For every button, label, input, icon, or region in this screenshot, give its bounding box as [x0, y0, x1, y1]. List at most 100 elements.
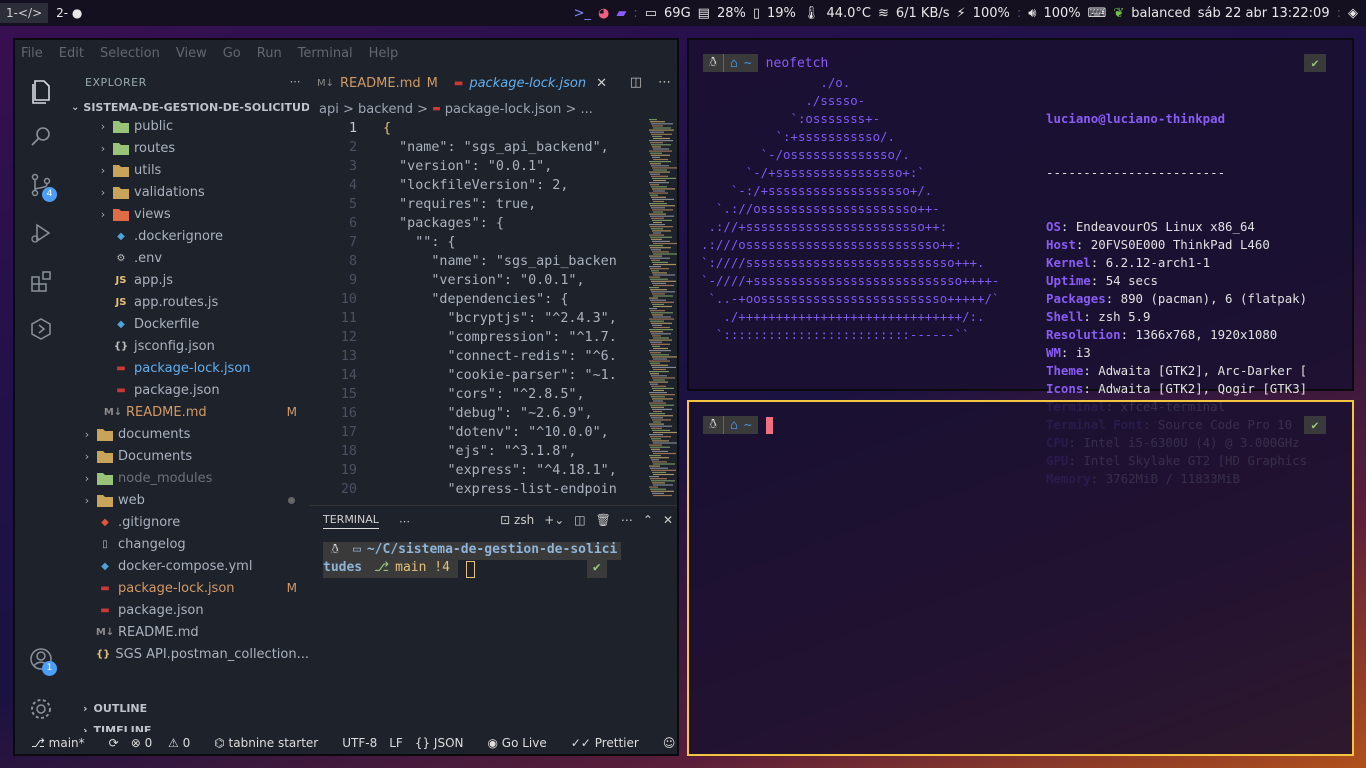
- empty-terminal[interactable]: 🐧︎ ⌂ ~ ✔: [687, 400, 1354, 756]
- tree-folder[interactable]: › utils: [67, 159, 309, 181]
- tree-folder[interactable]: › validations: [67, 181, 309, 203]
- split-terminal-icon[interactable]: ◫: [574, 513, 585, 527]
- tree-file[interactable]: JS app.js: [67, 269, 309, 291]
- feedback-icon[interactable]: ☺: [663, 736, 676, 750]
- tree-file[interactable]: {} jsconfig.json: [67, 335, 309, 357]
- workspace-1[interactable]: 1-</>: [0, 3, 49, 23]
- menu-edit[interactable]: Edit: [59, 46, 84, 61]
- tree-folder[interactable]: › web: [67, 489, 309, 511]
- tree-file[interactable]: ◆ .dockerignore: [67, 225, 309, 247]
- tree-file[interactable]: ▯ changelog: [67, 533, 309, 555]
- explorer-icon[interactable]: [27, 77, 55, 105]
- folder-icon[interactable]: ▰: [614, 6, 628, 21]
- tree-folder[interactable]: › Documents: [67, 445, 309, 467]
- breadcrumb-more[interactable]: ...: [581, 102, 593, 117]
- git-file-icon: ◆: [101, 516, 109, 528]
- tabnine-status[interactable]: ⌬ tabnine starter: [214, 736, 330, 750]
- eol-status[interactable]: LF: [389, 736, 403, 750]
- neofetch-terminal[interactable]: 🐧︎ ⌂ ~ neofetch ✔ ./o. ./sssso- `:osssss…: [687, 38, 1354, 486]
- tree-file[interactable]: M↓ README.md M: [67, 401, 309, 423]
- sync-icon[interactable]: ⟳: [109, 736, 119, 750]
- code-editor[interactable]: 1 {2 "name": "sgs_api_backend", 3 "version…: [309, 119, 677, 499]
- tree-file[interactable]: {} SGS API.postman_collection...: [67, 643, 309, 665]
- remote-explorer-icon[interactable]: [27, 315, 55, 343]
- breadcrumb-file[interactable]: package-lock.json: [445, 102, 562, 117]
- tree-folder[interactable]: › public: [67, 117, 309, 137]
- menu-run[interactable]: Run: [257, 46, 282, 61]
- search-icon[interactable]: [27, 123, 55, 151]
- workspace-2[interactable]: 2- ●: [50, 3, 88, 23]
- menu-terminal[interactable]: Terminal: [298, 46, 353, 61]
- branch-status[interactable]: ⎇ main*: [31, 736, 97, 750]
- tree-folder[interactable]: › documents: [67, 423, 309, 445]
- info-separator: :: [1090, 255, 1106, 270]
- tree-file[interactable]: ▬ package.json: [67, 379, 309, 401]
- menu-selection[interactable]: Selection: [100, 46, 160, 61]
- tree-file[interactable]: JS app.routes.js: [67, 291, 309, 313]
- workspace-folder-header[interactable]: ⌄ SISTEMA-DE-GESTION-DE-SOLICITUDES: [67, 97, 309, 117]
- golive-status[interactable]: ◉ Go Live: [487, 736, 558, 750]
- breadcrumb-backend[interactable]: backend: [358, 102, 413, 117]
- info-label: Shell: [1046, 309, 1084, 324]
- network-tray-icon[interactable]: ◈: [1346, 6, 1360, 21]
- panel-tab-terminal[interactable]: TERMINAL: [323, 513, 379, 529]
- panel-actions-icon[interactable]: ⋯: [621, 513, 633, 527]
- tree-file[interactable]: M↓ README.md: [67, 621, 309, 643]
- menu-view[interactable]: View: [176, 46, 207, 61]
- outline-section[interactable]: › OUTLINE: [67, 697, 309, 719]
- tree-file[interactable]: ▬ package.json: [67, 599, 309, 621]
- terminal-shell-icon[interactable]: ⊡ zsh: [500, 513, 534, 527]
- tab-readme[interactable]: M↓ README.md M: [309, 67, 446, 99]
- trash-icon[interactable]: 🗑︎: [596, 513, 611, 527]
- tree-file[interactable]: ◆ .gitignore: [67, 511, 309, 533]
- tab-package-lock[interactable]: ▬ package-lock.json ✕: [445, 67, 615, 99]
- tree-item-label: validations: [134, 184, 205, 200]
- split-editor-icon[interactable]: ◫: [630, 75, 642, 90]
- terminal-icon[interactable]: >_: [572, 6, 593, 21]
- info-value: zsh 5.9: [1098, 309, 1151, 324]
- prettier-status[interactable]: ✓✓ Prettier: [571, 736, 651, 750]
- explorer-sidebar: EXPLORER ⋯ ⌄ SISTEMA-DE-GESTION-DE-SOLICI…: [67, 67, 309, 737]
- tree-file[interactable]: ▬ package-lock.json: [67, 357, 309, 379]
- maximize-panel-icon[interactable]: ⌃: [643, 513, 653, 527]
- tree-file[interactable]: ▬ package-lock.json M: [67, 577, 309, 599]
- line-number: 17: [340, 425, 357, 440]
- new-terminal-icon[interactable]: +⌄: [544, 513, 564, 527]
- run-debug-icon[interactable]: [27, 219, 55, 247]
- tree-folder[interactable]: › views: [67, 203, 309, 225]
- folder-icon: [113, 163, 129, 177]
- power-profile[interactable]: balanced: [1129, 6, 1192, 21]
- language-status[interactable]: {} JSON: [415, 736, 476, 750]
- editor-more-icon[interactable]: ⋯: [658, 75, 671, 90]
- tree-file[interactable]: ◆ Dockerfile: [67, 313, 309, 335]
- menu-file[interactable]: File: [21, 46, 43, 61]
- tree-folder[interactable]: › routes: [67, 137, 309, 159]
- md-file-icon: M↓: [103, 406, 123, 418]
- tabnine-label: tabnine starter: [228, 736, 319, 750]
- mail-icon[interactable]: ◕: [596, 6, 611, 21]
- encoding-status[interactable]: UTF-8: [342, 736, 377, 750]
- extensions-icon[interactable]: [27, 267, 55, 295]
- settings-gear-icon[interactable]: [27, 695, 55, 723]
- close-panel-icon[interactable]: ✕: [663, 513, 673, 527]
- terminal-path-cont: tudes: [323, 560, 369, 578]
- menu-help[interactable]: Help: [369, 46, 399, 61]
- tree-folder[interactable]: › node_modules: [67, 467, 309, 489]
- file-tree: › public › routes › utils › validations › views ◆.…: [67, 117, 309, 677]
- docker-file-icon: ◆: [101, 560, 109, 572]
- panel-more-icon[interactable]: ⋯: [399, 515, 410, 528]
- tree-file[interactable]: ⚙ .env: [67, 247, 309, 269]
- close-icon[interactable]: ✕: [596, 76, 607, 91]
- disk-icon: ▭: [644, 5, 658, 21]
- menu-go[interactable]: Go: [223, 46, 241, 61]
- more-actions-icon[interactable]: ⋯: [290, 75, 302, 88]
- integrated-terminal[interactable]: 🐧︎ ▭ ~/C/sistema-de-gestion-de-solici tu…: [309, 542, 677, 578]
- volume-icon[interactable]: 🔊︎: [1026, 6, 1038, 21]
- problems-status[interactable]: ⊗ 0 ⚠ 0: [131, 736, 203, 750]
- minimap[interactable]: [645, 119, 679, 499]
- tree-item-label: app.js: [134, 272, 173, 288]
- breadcrumb-api[interactable]: api: [319, 102, 339, 117]
- volume-level[interactable]: 100%: [1041, 6, 1082, 21]
- keyboard-icon[interactable]: ⌨: [1086, 6, 1109, 21]
- tree-file[interactable]: ◆ docker-compose.yml: [67, 555, 309, 577]
